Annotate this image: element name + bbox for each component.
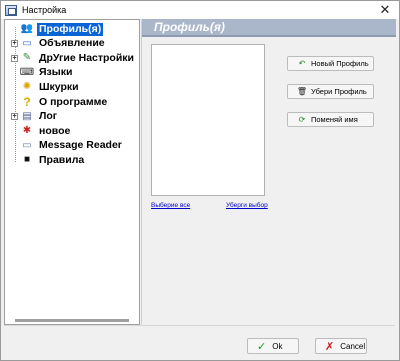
expand-toggle-icon[interactable]: + [11, 113, 18, 121]
rename-label: Поменяй имя [311, 115, 358, 124]
settings-window: Настройка ✕ 👥 Профиль(я) + ▭ Объявление + ✎ ДрУ… [0, 0, 400, 361]
tree-horizontal-scrollbar[interactable] [15, 319, 129, 322]
window-title: Настройка [22, 5, 67, 15]
message-reader-icon: ▭ [22, 139, 32, 151]
tree-item[interactable]: ? О программе [11, 95, 109, 109]
panel-title: Профиль(я) [154, 20, 225, 34]
tree-item-label: О программе [39, 95, 108, 108]
deselect-link[interactable]: Уберги выбор [226, 202, 268, 209]
tree-item[interactable]: + ✎ ДрУгие Настройки [11, 51, 136, 65]
tree-item-label: Message Reader [39, 139, 122, 152]
select-all-link[interactable]: Выберие все [151, 202, 190, 209]
tree-item-label: Языки [39, 66, 73, 79]
tree-item-label: ДрУгие Настройки [39, 51, 135, 64]
tree-item[interactable]: + ▭ Объявление [11, 37, 107, 51]
delete-profile-label: Убери Профиль [311, 87, 367, 96]
rename-icon: ⟳ [298, 115, 306, 124]
title-bar: Настройка ✕ [1, 1, 399, 19]
question-icon: ? [23, 95, 31, 109]
cancel-label: Cancel [340, 341, 366, 351]
tree-item-label: Правила [39, 153, 85, 166]
settings-brush-icon: ✎ [22, 52, 32, 64]
tree-item-label: Шкурки [39, 80, 79, 93]
tree-item[interactable]: ▭ Message Reader [11, 139, 124, 153]
settings-tree[interactable]: 👥 Профиль(я) + ▭ Объявление + ✎ ДрУгие Настройк… [4, 19, 140, 325]
new-star-icon: ✱ [22, 125, 32, 137]
log-icon: ▤ [22, 110, 32, 122]
tree-item-label: новое [39, 124, 71, 137]
ok-label: Ok [272, 341, 283, 351]
expand-toggle-icon[interactable]: + [11, 40, 18, 48]
panel-header: Профиль(я) [142, 19, 396, 37]
tree-item-label: Объявление [39, 37, 105, 50]
trash-icon: 🗑 [296, 87, 308, 96]
cancel-x-icon: ✗ [325, 340, 335, 353]
new-profile-button[interactable]: ↶ Новый Профиль [287, 56, 374, 71]
window-app-icon [5, 4, 17, 16]
profile-settings-panel: Профиль(я) Выберие все Уберги выбор ↶ Но… [141, 19, 396, 325]
tree-item[interactable]: ✺ Шкурки [11, 80, 81, 94]
new-profile-label: Новый Профиль [311, 59, 369, 68]
checkmark-icon: ✓ [257, 340, 267, 353]
expand-toggle-icon[interactable]: + [11, 54, 18, 62]
rename-button[interactable]: ⟳ Поменяй имя [287, 112, 374, 127]
tree-item[interactable]: ■ Правила [11, 153, 86, 167]
ok-button[interactable]: ✓ Ok [247, 338, 299, 354]
tree-item-label: Лог [39, 110, 58, 123]
profile-list[interactable] [151, 44, 265, 196]
new-profile-icon: ↶ [298, 59, 306, 68]
languages-icon: ⌨ [19, 66, 35, 78]
rules-icon: ■ [23, 154, 31, 166]
tree-item-label: Профиль(я) [37, 22, 104, 36]
close-icon[interactable]: ✕ [377, 2, 393, 18]
tree-item[interactable]: ⌨ Языки [11, 66, 74, 80]
skins-sun-icon: ✺ [22, 81, 32, 93]
tree-item[interactable]: + ▤ Лог [11, 110, 59, 124]
tree-item[interactable]: 👥 Профиль(я) [11, 22, 104, 36]
tree-item[interactable]: ✱ новое [11, 124, 72, 138]
keyboard-icon: ▭ [22, 37, 32, 49]
cancel-button[interactable]: ✗ Cancel [315, 338, 367, 354]
bottom-separator [4, 325, 395, 326]
profile-users-icon: 👥 [20, 23, 34, 34]
delete-profile-button[interactable]: 🗑 Убери Профиль [287, 84, 374, 99]
